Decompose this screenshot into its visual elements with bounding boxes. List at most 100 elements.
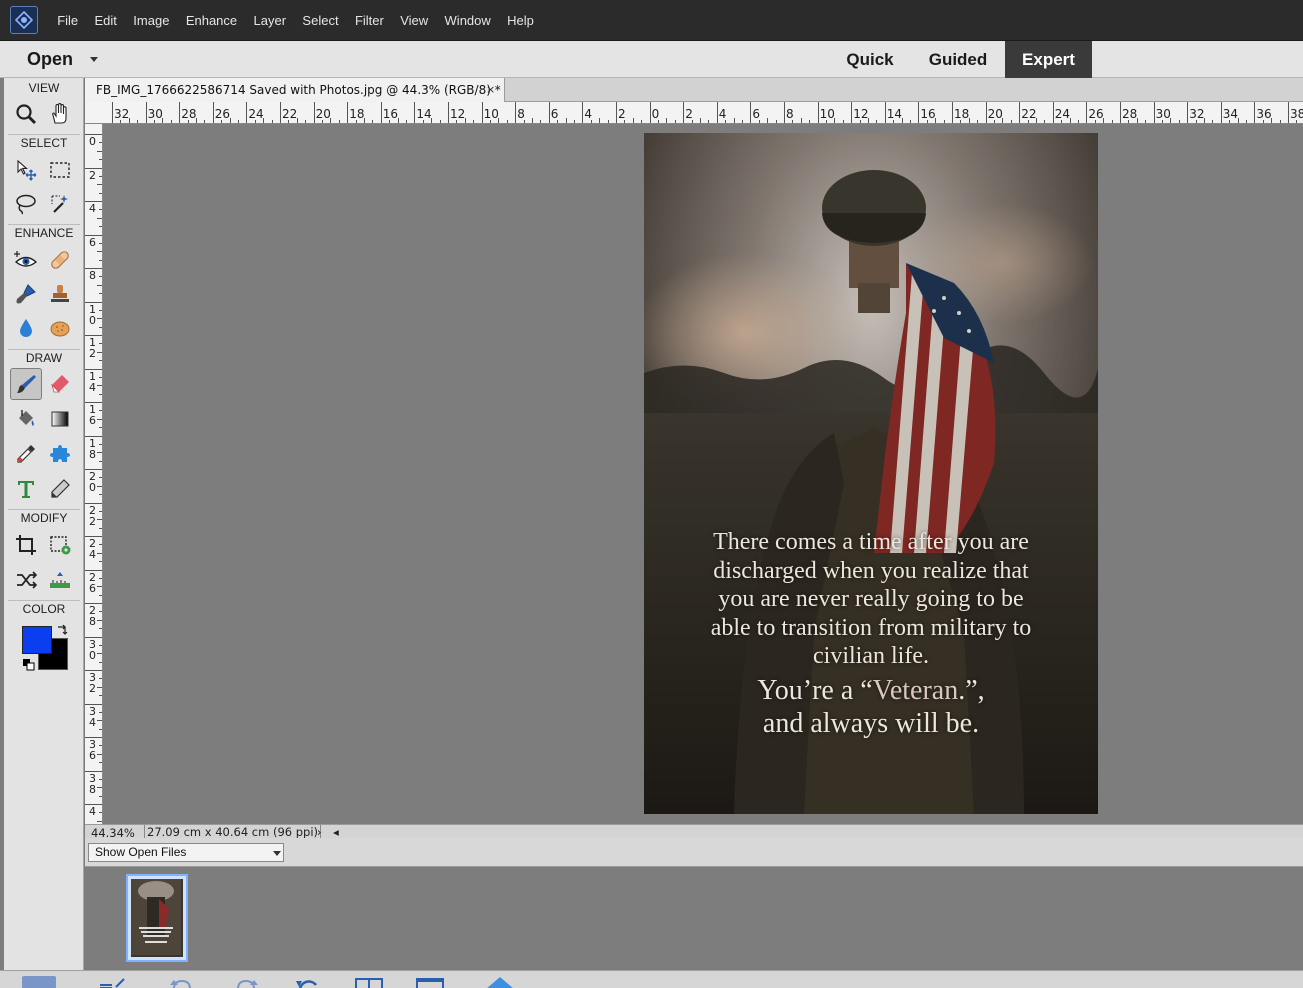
straighten-tool[interactable] xyxy=(44,564,76,596)
healing-brush-tool[interactable] xyxy=(44,244,76,276)
photo-bin-button[interactable] xyxy=(22,976,56,988)
ruler-v-minor-tick xyxy=(99,209,102,211)
menu-select[interactable]: Select xyxy=(294,0,347,41)
ruler-h-tick xyxy=(784,102,785,123)
ruler-h-tick xyxy=(1288,102,1289,123)
move-tool[interactable] xyxy=(10,154,42,186)
tab-guided[interactable]: Guided xyxy=(918,41,998,78)
recompose-tool[interactable] xyxy=(44,529,76,561)
menu-help[interactable]: Help xyxy=(499,0,542,41)
menu-edit[interactable]: Edit xyxy=(86,0,125,41)
ruler-v-tick xyxy=(85,502,102,504)
ruler-h-tick xyxy=(380,102,382,123)
ruler-h-minor-tick xyxy=(725,120,727,123)
rotate-button[interactable] xyxy=(294,975,322,988)
ruler-h-tick xyxy=(246,102,248,123)
ruler-h-label: 12 xyxy=(853,107,869,121)
marquee-tool[interactable] xyxy=(44,154,76,186)
foreground-color-swatch[interactable] xyxy=(22,626,52,654)
ruler-v-minor-tick xyxy=(99,343,102,345)
lasso-icon xyxy=(16,194,36,215)
ruler-v-minor-tick xyxy=(99,527,102,529)
layout-button[interactable] xyxy=(355,975,383,988)
ruler-h-minor-tick xyxy=(1279,120,1281,123)
quick-selection-tool[interactable] xyxy=(44,188,76,220)
default-colors-icon[interactable] xyxy=(22,658,36,672)
ruler-h-label: 30 xyxy=(1155,107,1171,121)
ruler-v-label: 8 xyxy=(88,270,97,281)
status-menu-arrow-icon[interactable]: › xyxy=(317,825,322,839)
undo-button[interactable] xyxy=(168,975,196,988)
ruler-h-tick xyxy=(952,102,953,123)
bottom-taskbar xyxy=(0,970,1303,988)
ruler-h-minor-tick xyxy=(632,118,634,123)
ruler-v-minor-tick xyxy=(97,653,102,655)
tab-expert[interactable]: Expert xyxy=(1005,41,1092,78)
document-image[interactable]: There comes a time after you are dischar… xyxy=(644,133,1098,814)
scroll-left-arrow-icon[interactable]: ◂ xyxy=(333,825,339,839)
content-aware-move-tool[interactable] xyxy=(10,564,42,596)
tool-options-button[interactable] xyxy=(98,975,126,988)
crop-tool[interactable] xyxy=(10,529,42,561)
open-file-thumbnail[interactable] xyxy=(126,874,188,962)
ruler-v-minor-tick xyxy=(99,276,102,278)
sponge-tool[interactable] xyxy=(44,312,76,344)
menu-image[interactable]: Image xyxy=(125,0,178,41)
tab-quick[interactable]: Quick xyxy=(832,41,908,78)
ruler-h-minor-tick xyxy=(1002,118,1004,123)
ruler-h-tick xyxy=(1120,102,1121,123)
menu-window[interactable]: Window xyxy=(436,0,499,41)
ruler-h-tick xyxy=(1052,102,1054,123)
ruler-v-label: 16 xyxy=(88,404,97,426)
custom-shape-tool[interactable] xyxy=(44,438,76,470)
ruler-h-minor-tick xyxy=(1061,120,1063,123)
eraser-tool[interactable] xyxy=(44,368,76,400)
close-tab-icon[interactable]: × xyxy=(486,78,495,102)
document-tab[interactable]: FB_IMG_1766622586714 Saved with Photos.j… xyxy=(85,78,505,102)
pencil-tool[interactable] xyxy=(44,473,76,505)
ruler-h-label: 8 xyxy=(786,107,794,121)
blur-tool[interactable] xyxy=(10,312,42,344)
eyedropper-tool[interactable] xyxy=(10,438,42,470)
gradient-tool[interactable] xyxy=(44,403,76,435)
ruler-h-minor-tick xyxy=(977,120,979,123)
clone-stamp-tool[interactable] xyxy=(44,278,76,310)
section-divider xyxy=(8,349,80,350)
ruler-h-minor-tick xyxy=(1178,120,1180,123)
menu-filter[interactable]: Filter xyxy=(347,0,392,41)
ruler-h-minor-tick xyxy=(389,120,391,123)
type-tool[interactable] xyxy=(10,473,42,505)
lasso-tool[interactable] xyxy=(10,188,42,220)
zoom-tool[interactable] xyxy=(10,98,42,130)
ruler-h-minor-tick xyxy=(397,118,399,123)
ruler-h-label: 18 xyxy=(954,107,970,121)
app-logo-icon[interactable] xyxy=(10,6,38,34)
open-dropdown-caret-icon[interactable] xyxy=(90,57,98,62)
paint-bucket-tool[interactable] xyxy=(10,403,42,435)
ruler-h-minor-tick xyxy=(842,120,844,123)
home-screen-button[interactable] xyxy=(486,975,514,988)
ruler-v-minor-tick xyxy=(99,510,102,512)
ruler-h-minor-tick xyxy=(733,118,735,123)
ruler-h-label: 18 xyxy=(349,107,365,121)
brush-tool[interactable] xyxy=(10,368,42,400)
organizer-button[interactable] xyxy=(416,975,444,988)
open-button[interactable]: Open xyxy=(27,49,73,70)
section-view-label: VIEW xyxy=(28,81,60,95)
ruler-h-minor-tick xyxy=(1271,118,1273,123)
ruler-v-label: 32 xyxy=(88,672,97,694)
red-eye-tool[interactable] xyxy=(10,244,42,276)
ruler-h-minor-tick xyxy=(221,120,223,123)
show-open-files-select[interactable]: Show Open Files xyxy=(88,843,284,862)
ruler-v-minor-tick xyxy=(97,586,102,588)
ruler-h-minor-tick xyxy=(296,118,298,123)
ruler-v-tick xyxy=(85,167,102,169)
menu-enhance[interactable]: Enhance xyxy=(178,0,246,41)
menu-view[interactable]: View xyxy=(392,0,436,41)
hand-tool[interactable] xyxy=(44,98,76,130)
redo-button[interactable] xyxy=(232,975,260,988)
swap-colors-icon[interactable] xyxy=(55,623,69,637)
menu-layer[interactable]: Layer xyxy=(245,0,294,41)
smart-brush-tool[interactable] xyxy=(10,278,42,310)
menu-file[interactable]: File xyxy=(49,0,86,41)
